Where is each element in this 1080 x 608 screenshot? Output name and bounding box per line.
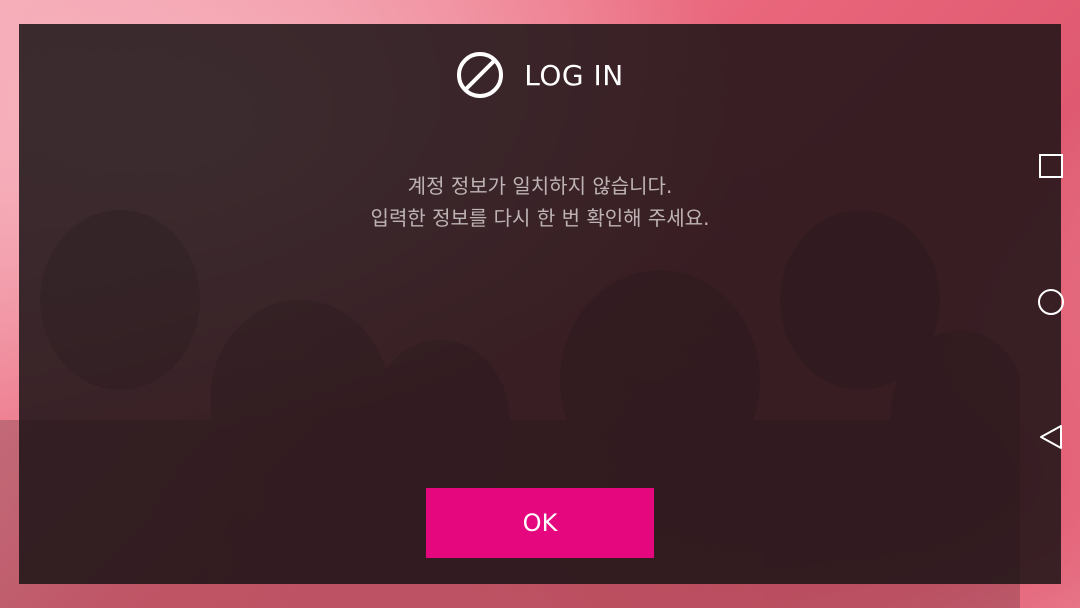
login-error-dialog: LOG IN 계정 정보가 일치하지 않습니다. 입력한 정보를 다시 한 번 … [19, 24, 1061, 584]
home-icon [1037, 288, 1065, 320]
prohibited-icon [456, 51, 504, 99]
home-button[interactable] [1036, 289, 1066, 319]
back-button[interactable] [1036, 424, 1066, 454]
dialog-message-line: 입력한 정보를 다시 한 번 확인해 주세요. [370, 206, 710, 230]
dialog-title: LOG IN [524, 58, 624, 92]
dialog-header: LOG IN [19, 50, 1061, 100]
android-nav-bar [1020, 0, 1080, 608]
dialog-message: 계정 정보가 일치하지 않습니다. 입력한 정보를 다시 한 번 확인해 주세요… [19, 170, 1061, 234]
recent-apps-button[interactable] [1036, 153, 1066, 183]
ok-button[interactable]: OK [426, 488, 654, 558]
back-icon [1037, 423, 1065, 455]
dialog-message-line: 계정 정보가 일치하지 않습니다. [407, 174, 673, 198]
recent-apps-icon [1038, 153, 1064, 183]
app-screen: LOG IN 계정 정보가 일치하지 않습니다. 입력한 정보를 다시 한 번 … [0, 0, 1080, 608]
